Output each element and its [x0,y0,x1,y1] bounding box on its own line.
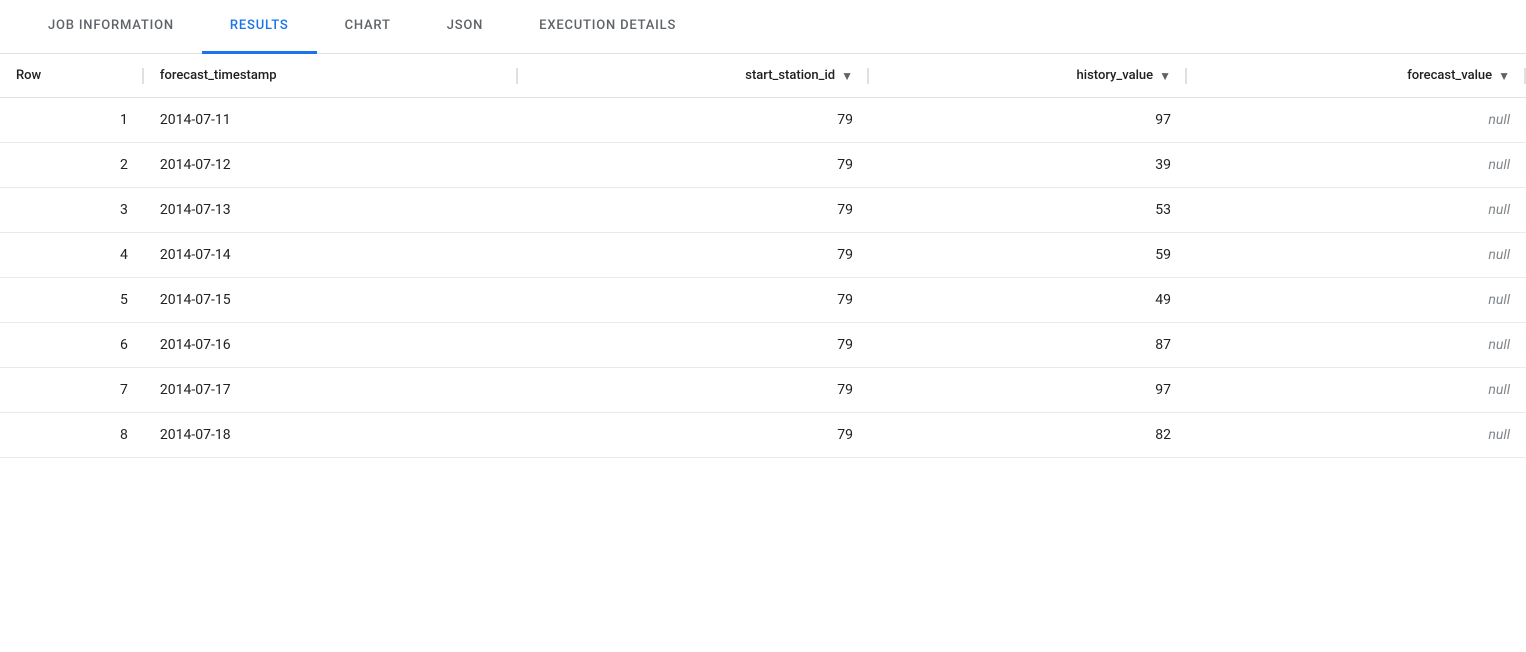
table-row: 62014-07-167987null [0,323,1526,368]
cell-forecast-8: null [1187,413,1526,458]
cell-history-1: 97 [869,98,1187,143]
cell-row-5: 5 [0,278,144,323]
sort-icon-history_value: ▼ [1159,69,1171,83]
cell-forecast-4: null [1187,233,1526,278]
cell-station-7: 79 [518,368,869,413]
col-header-forecast_timestamp: forecast_timestamp [144,54,518,98]
cell-forecast-3: null [1187,188,1526,233]
cell-row-1: 1 [0,98,144,143]
col-label-forecast_value: forecast_value [1407,68,1492,83]
cell-row-3: 3 [0,188,144,233]
cell-history-7: 97 [869,368,1187,413]
cell-history-4: 59 [869,233,1187,278]
cell-station-2: 79 [518,143,869,188]
tab-results[interactable]: RESULTS [202,0,317,54]
cell-row-7: 7 [0,368,144,413]
results-table: Rowforecast_timestampstart_station_id▼hi… [0,54,1526,458]
cell-timestamp-5: 2014-07-15 [144,278,518,323]
cell-timestamp-1: 2014-07-11 [144,98,518,143]
cell-history-3: 53 [869,188,1187,233]
cell-timestamp-6: 2014-07-16 [144,323,518,368]
table-row: 42014-07-147959null [0,233,1526,278]
cell-row-6: 6 [0,323,144,368]
table-row: 22014-07-127939null [0,143,1526,188]
col-label-forecast_timestamp: forecast_timestamp [160,68,277,83]
cell-station-4: 79 [518,233,869,278]
cell-station-8: 79 [518,413,869,458]
tab-execution-details[interactable]: EXECUTION DETAILS [511,0,704,54]
table-row: 72014-07-177997null [0,368,1526,413]
cell-forecast-7: null [1187,368,1526,413]
cell-history-2: 39 [869,143,1187,188]
col-label-row: Row [16,68,41,83]
cell-forecast-6: null [1187,323,1526,368]
col-header-row: Row [0,54,144,98]
tab-bar: JOB INFORMATIONRESULTSCHARTJSONEXECUTION… [0,0,1526,54]
cell-forecast-1: null [1187,98,1526,143]
cell-station-3: 79 [518,188,869,233]
table-row: 52014-07-157949null [0,278,1526,323]
cell-station-1: 79 [518,98,869,143]
cell-row-8: 8 [0,413,144,458]
cell-history-5: 49 [869,278,1187,323]
table-row: 12014-07-117997null [0,98,1526,143]
tab-json[interactable]: JSON [419,0,511,54]
cell-history-6: 87 [869,323,1187,368]
cell-row-4: 4 [0,233,144,278]
table-row: 82014-07-187982null [0,413,1526,458]
col-header-forecast_value[interactable]: forecast_value ▼ [1187,54,1526,98]
cell-timestamp-4: 2014-07-14 [144,233,518,278]
cell-history-8: 82 [869,413,1187,458]
tab-job-information[interactable]: JOB INFORMATION [20,0,202,54]
sort-icon-start_station_id: ▼ [841,69,853,83]
cell-timestamp-7: 2014-07-17 [144,368,518,413]
cell-timestamp-8: 2014-07-18 [144,413,518,458]
cell-row-2: 2 [0,143,144,188]
sort-icon-forecast_value: ▼ [1498,69,1510,83]
cell-forecast-2: null [1187,143,1526,188]
cell-forecast-5: null [1187,278,1526,323]
tab-chart[interactable]: CHART [317,0,419,54]
cell-station-5: 79 [518,278,869,323]
col-header-start_station_id[interactable]: start_station_id ▼ [518,54,869,98]
col-label-start_station_id: start_station_id [745,68,835,83]
table-row: 32014-07-137953null [0,188,1526,233]
cell-timestamp-3: 2014-07-13 [144,188,518,233]
cell-timestamp-2: 2014-07-12 [144,143,518,188]
col-header-history_value[interactable]: history_value ▼ [869,54,1187,98]
table-container: Rowforecast_timestampstart_station_id▼hi… [0,54,1526,458]
cell-station-6: 79 [518,323,869,368]
col-label-history_value: history_value [1077,68,1154,83]
